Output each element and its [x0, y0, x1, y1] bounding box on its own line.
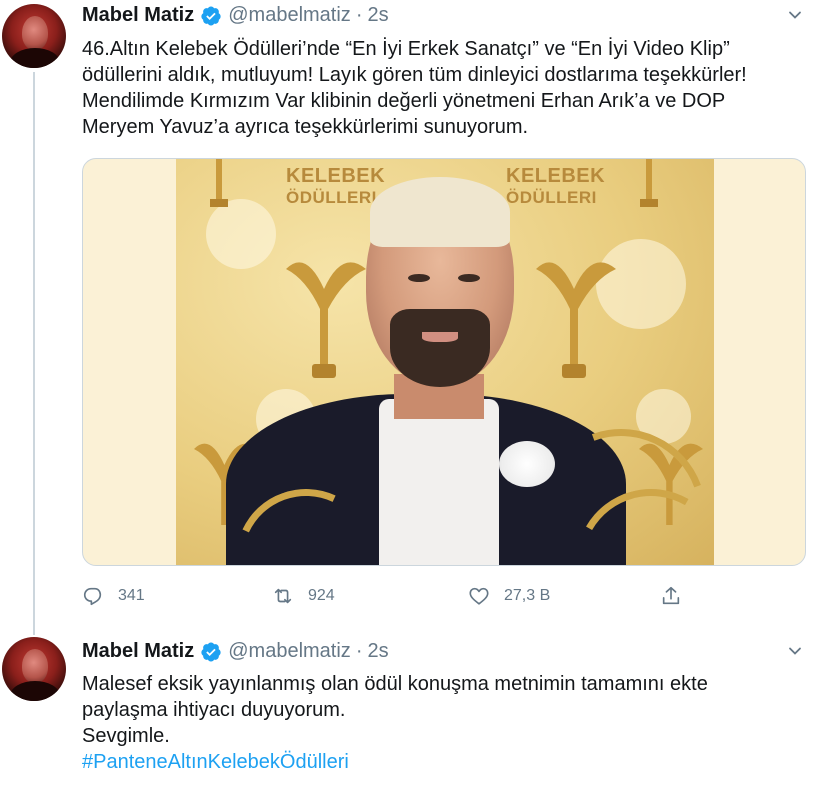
separator-dot: · [355, 640, 363, 662]
hashtag-link[interactable]: #PanteneAltınKelebekÖdülleri [82, 749, 802, 775]
tweet-text-line: Mendilimde Kırmızım Var klibinin değerli… [82, 90, 726, 112]
thread-connector-line [33, 72, 35, 635]
logo-word: KELEBEK [506, 165, 606, 187]
person-eye [458, 274, 480, 282]
avatar[interactable] [2, 4, 66, 68]
tweet-text-line: Sevgimle. [82, 725, 170, 747]
tweet-timestamp[interactable]: 2s [367, 640, 388, 663]
author-handle[interactable]: @mabelmatiz [228, 640, 351, 663]
person-hair [370, 177, 510, 247]
author-name[interactable]: Mabel Matiz [82, 4, 194, 27]
tweet[interactable]: Mabel Matiz @mabelmatiz · 2s 46.Altın Ke… [0, 0, 820, 635]
person-beard [390, 309, 490, 387]
retweet-button[interactable]: 924 [272, 582, 335, 610]
share-button[interactable] [660, 582, 696, 610]
tweet-text-line: Malesef eksik yayınlanmış olan ödül konu… [82, 673, 708, 695]
logo-word: KELEBEK [286, 165, 386, 187]
author-handle[interactable]: @mabelmatiz [228, 4, 351, 27]
trophy-logo-icon [210, 159, 228, 207]
like-count: 27,3 B [504, 587, 551, 604]
avatar-face [22, 649, 48, 683]
tweet[interactable]: Mabel Matiz @mabelmatiz · 2s Malesef eks… [0, 625, 820, 804]
chevron-down-icon[interactable] [788, 644, 802, 658]
person-eye [408, 274, 430, 282]
retweet-count: 924 [308, 587, 335, 604]
share-icon [662, 586, 680, 605]
bokeh-light [206, 199, 276, 269]
event-logo-text: KELEBEK ÖDÜLLERI [286, 165, 385, 209]
logo-word: ÖDÜLLERI [506, 188, 597, 207]
like-button[interactable]: 27,3 B [468, 582, 550, 610]
tweet-header: Mabel Matiz @mabelmatiz · 2s [82, 640, 389, 663]
verified-badge-icon [201, 641, 221, 662]
reply-button[interactable]: 341 [82, 582, 145, 610]
trophy-logo-icon [286, 262, 366, 378]
photo-award-ceremony: KELEBEK ÖDÜLLERI KELEBEK ÖDÜLLERI [176, 159, 714, 565]
retweet-icon [274, 588, 292, 604]
author-name[interactable]: Mabel Matiz [82, 640, 194, 663]
trophy-logo-icon [640, 159, 658, 207]
tweet-text: 46.Altın Kelebek Ödülleri’nde “En İyi Er… [82, 36, 802, 140]
separator-dot: · [355, 4, 363, 26]
reply-icon [83, 587, 102, 606]
reply-count: 341 [118, 587, 145, 604]
avatar[interactable] [2, 637, 66, 701]
tweet-timestamp[interactable]: 2s [367, 4, 388, 27]
chevron-down-icon[interactable] [788, 8, 802, 22]
tweet-text: Malesef eksik yayınlanmış olan ödül konu… [82, 671, 802, 775]
tweet-text-line: ödüllerini aldık, mutluyum! Layık gören … [82, 64, 747, 86]
trophy-logo-icon [536, 262, 616, 378]
person-shirt [379, 399, 499, 565]
tweet-text-line: Meryem Yavuz’a ayrıca teşekkürlerimi sun… [82, 116, 529, 138]
tweet-photo[interactable]: KELEBEK ÖDÜLLERI KELEBEK ÖDÜLLERI [82, 158, 806, 566]
person-mouth [422, 332, 458, 342]
avatar-face [22, 16, 48, 50]
tweet-text-line: paylaşma ihtiyacı duyuyorum. [82, 699, 346, 721]
tweet-actions: 341 924 27,3 B [82, 582, 722, 610]
avatar-shoulders [10, 48, 60, 68]
avatar-shoulders [10, 681, 60, 701]
tweet-text-line: 46.Altın Kelebek Ödülleri’nde “En İyi Er… [82, 38, 730, 60]
heart-icon [469, 587, 489, 605]
event-logo-text: KELEBEK ÖDÜLLERI [506, 165, 605, 209]
tweet-header: Mabel Matiz @mabelmatiz · 2s [82, 4, 389, 27]
verified-badge-icon [201, 5, 221, 26]
